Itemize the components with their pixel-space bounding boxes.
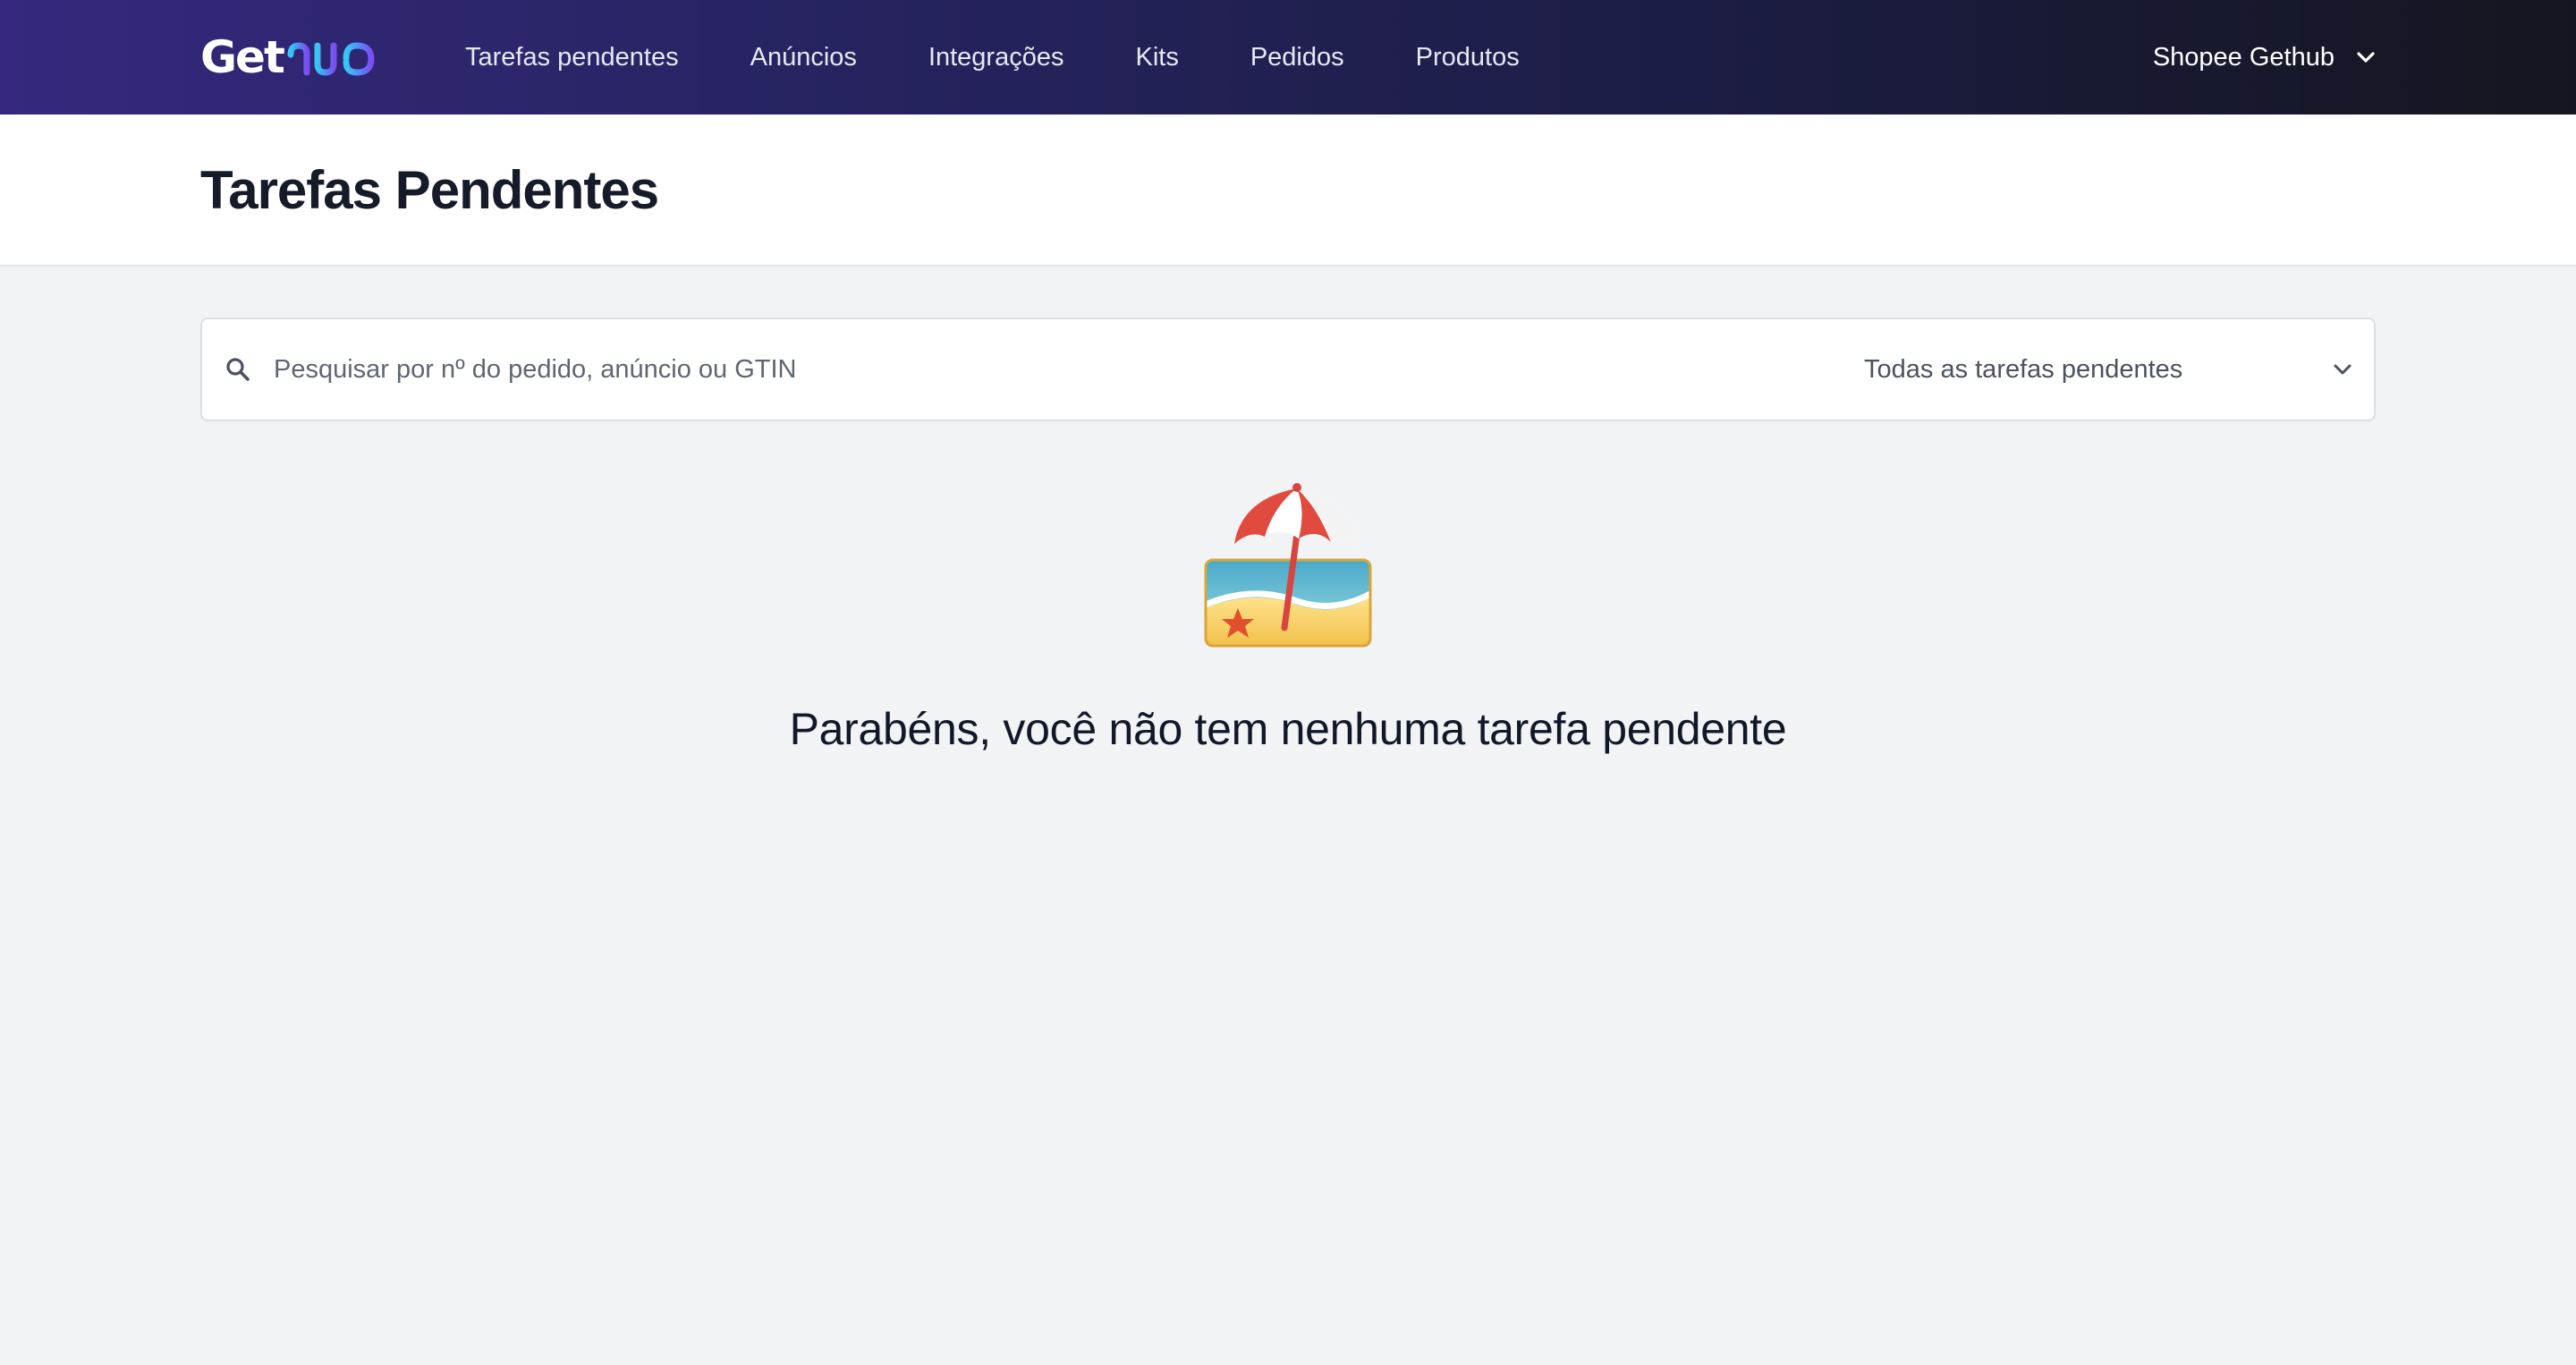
logo-hub-mark [287,31,375,76]
account-name: Shopee Gethub [2152,42,2334,72]
task-filter-selected-value: Todas as tarefas pendentes [1864,354,2183,384]
nav-item-tarefas-pendentes[interactable]: Tarefas pendentes [465,43,679,72]
page-title: Tarefas Pendentes [200,160,659,220]
search-input[interactable] [274,343,1794,396]
top-navigation-bar: Get Tarefas pendentes Anúncios Integraçõ… [0,0,2576,114]
nav-item-pedidos[interactable]: Pedidos [1250,43,1344,72]
main-menu: Tarefas pendentes Anúncios Integrações K… [465,0,1591,114]
nav-item-anuncios[interactable]: Anúncios [750,43,857,72]
logo-text: Get [200,31,285,83]
search-icon [224,355,252,384]
chevron-down-icon [2333,363,2352,376]
page-header: Tarefas Pendentes [0,114,2576,267]
empty-state: Parabéns, você não tem nenhuma tarefa pe… [0,474,2576,755]
nav-item-kits[interactable]: Kits [1135,43,1178,72]
nav-item-integracoes[interactable]: Integrações [928,43,1064,72]
nav-item-produtos[interactable]: Produtos [1416,43,1520,72]
search-filter-bar: Todas as tarefas pendentes [200,318,2376,421]
gethub-logo[interactable]: Get [200,30,378,84]
chevron-down-icon [2356,51,2376,64]
empty-state-message: Parabéns, você não tem nenhuma tarefa pe… [789,704,1787,754]
beach-with-umbrella-icon [1204,483,1372,648]
task-filter-dropdown[interactable]: Todas as tarefas pendentes [1852,337,2352,402]
account-menu-button[interactable]: Shopee Gethub [2153,0,2376,114]
